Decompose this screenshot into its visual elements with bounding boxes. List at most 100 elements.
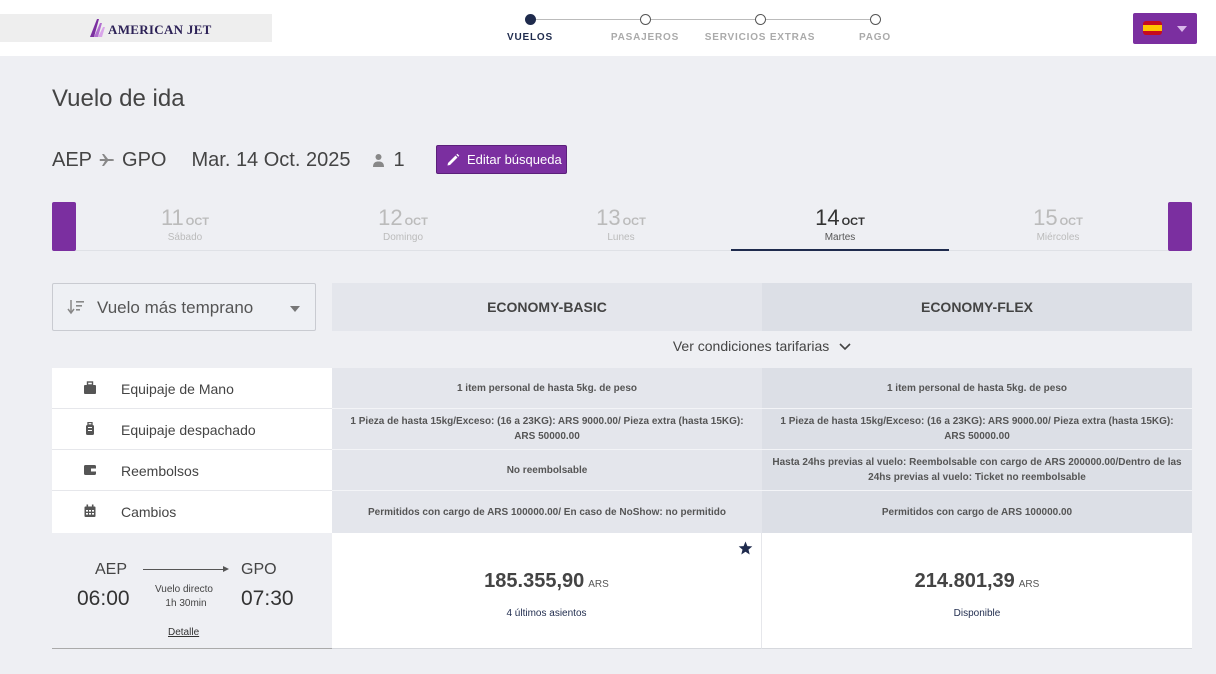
step-dot [639, 14, 651, 25]
route-line [143, 569, 227, 570]
feature-label: Reembolsos [121, 463, 199, 479]
date-option[interactable]: 15 OCT Miércoles [949, 202, 1167, 251]
destination-code: GPO [122, 148, 167, 171]
search-summary: AEP GPO Mar. 14 Oct. 2025 1 [52, 146, 405, 174]
date-day: 11 [160, 205, 184, 230]
feature-row-changes: Cambios [52, 491, 332, 532]
date-weekday: Sábado [167, 232, 203, 243]
sort-select[interactable]: Vuelo más temprano [52, 283, 316, 331]
star-icon [738, 541, 753, 555]
flight-destination: GPO [241, 561, 277, 578]
flight-origin: AEP [95, 561, 128, 578]
flight-depart-time: 06:00 [77, 587, 130, 610]
date-weekday: Miércoles [1036, 232, 1080, 243]
wing-logo-icon [90, 19, 105, 37]
date-day: 12 [378, 205, 403, 230]
price-value: 185.355,90 [484, 570, 585, 592]
origin-code: AEP [52, 148, 93, 171]
airplane-icon [99, 154, 115, 166]
prev-dates-button[interactable] [52, 202, 76, 251]
fare-conditions-link[interactable]: Ver condiciones tarifarias [332, 338, 1192, 354]
feature-value-hand-baggage: 1 item personal de hasta 5kg. de peso [762, 368, 1192, 409]
page-title: Vuelo de ida [52, 85, 185, 112]
feature-value-changes: Permitidos con cargo de ARS 100000.00 [881, 506, 1073, 518]
price-amount: 185.355,90 ARS [332, 570, 761, 593]
price-currency: ARS [1018, 579, 1040, 590]
date-month: OCT [1059, 216, 1083, 228]
step-vuelos: VUELOS [470, 13, 590, 43]
chevron-down-icon [1177, 26, 1187, 32]
language-selector[interactable] [1133, 13, 1197, 44]
sort-selected-value: Vuelo más temprano [97, 298, 254, 317]
features-basic-column: 1 item personal de hasta 5kg. de peso 1 … [332, 368, 762, 533]
price-option-basic[interactable]: 185.355,90 ARS 4 últimos asientos [332, 533, 762, 649]
price-amount: 214.801,39 ARS [762, 570, 1192, 593]
step-dot [754, 14, 766, 25]
feature-row-refunds: Reembolsos [52, 450, 332, 491]
step-servicios-extras: SERVICIOS EXTRAS [700, 13, 820, 43]
passenger-count: 1 [393, 148, 405, 171]
flight-info: AEP 06:00 Vuelo directo 1h 30min GPO 07:… [52, 533, 332, 649]
edit-search-button[interactable]: Editar búsqueda [436, 145, 567, 174]
pencil-icon [447, 153, 460, 165]
date-month: OCT [404, 216, 428, 228]
features-label-column: Equipaje de Mano Equipaje despachado Ree… [52, 368, 332, 533]
date-option-selected[interactable]: 14 OCT Martes [731, 202, 949, 251]
feature-value-changes: Permitidos con cargo de ARS 100000.00/ E… [367, 506, 727, 518]
brand-name: AMERICAN JET [108, 22, 212, 37]
date-carousel: 11 OCT Sábado 12 OCT Domingo 13 OCT Lunes 1… [76, 202, 1168, 251]
spain-flag-icon [1143, 21, 1162, 35]
next-dates-button[interactable] [1168, 202, 1192, 251]
brand-logo[interactable]: AMERICAN JET [0, 14, 272, 42]
feature-row-hand-baggage: Equipaje de Mano [52, 368, 332, 409]
step-label: PASAJEROS [610, 32, 680, 43]
fare-header-flex: ECONOMY-FLEX [762, 283, 1192, 331]
feature-value-hand-baggage: 1 item personal de hasta 5kg. de peso [332, 368, 762, 409]
fare-conditions-label: Ver condiciones tarifarias [672, 338, 830, 354]
date-weekday: Martes [824, 232, 856, 243]
step-pasajeros: PASAJEROS [585, 13, 705, 43]
flight-type: Vuelo directo [155, 584, 213, 595]
date-option[interactable]: 13 OCT Lunes [512, 202, 730, 251]
date-option[interactable]: 11 OCT Sábado [76, 202, 294, 251]
step-dot [869, 14, 881, 25]
person-icon [373, 154, 385, 167]
date-day: 14 [815, 205, 840, 230]
feature-label: Equipaje de Mano [121, 381, 234, 397]
date-day: 15 [1033, 205, 1058, 230]
feature-label: Equipaje despachado [121, 422, 256, 438]
date-option[interactable]: 12 OCT Domingo [294, 202, 512, 251]
search-date: Mar. 14 Oct. 2025 [191, 148, 351, 171]
step-pago: PAGO [815, 13, 935, 43]
flight-duration: 1h 30min [165, 598, 207, 609]
price-value: 214.801,39 [914, 570, 1015, 592]
step-label: SERVICIOS EXTRAS [704, 32, 816, 43]
seat-availability: Disponible [953, 608, 1001, 619]
date-weekday: Lunes [607, 232, 635, 243]
fare-header-basic: ECONOMY-BASIC [332, 283, 762, 331]
top-header: AMERICAN JET VUELOS PASAJEROS SERVICIOS … [0, 0, 1216, 56]
calendar-icon [84, 504, 96, 517]
step-dot-active [524, 14, 536, 25]
seat-availability: 4 últimos asientos [506, 608, 587, 619]
feature-value-refunds: No reembolsable [332, 450, 762, 491]
date-month: OCT [622, 216, 646, 228]
date-month: OCT [841, 216, 865, 228]
price-currency: ARS [588, 579, 609, 590]
price-option-flex[interactable]: 214.801,39 ARS Disponible [762, 533, 1192, 649]
date-weekday: Domingo [382, 232, 424, 243]
briefcase-icon [84, 381, 96, 394]
flight-detail-link[interactable]: Detalle [168, 627, 199, 638]
feature-value-checked-baggage: 1 Pieza de hasta 15kg/Exceso: (16 a 23KG… [332, 409, 762, 450]
feature-label: Cambios [121, 504, 177, 520]
feature-value-checked-baggage: 1 Pieza de hasta 15kg/Exceso: (16 a 23KG… [762, 409, 1192, 450]
chevron-down-icon [290, 306, 300, 312]
luggage-icon [86, 422, 94, 435]
edit-search-label: Editar búsqueda [467, 152, 562, 167]
date-month: OCT [185, 216, 210, 228]
sort-icon [67, 300, 84, 315]
step-label: PAGO [859, 32, 891, 43]
step-label: VUELOS [507, 32, 553, 43]
chevron-down-icon [839, 343, 851, 351]
date-day: 13 [596, 205, 621, 230]
